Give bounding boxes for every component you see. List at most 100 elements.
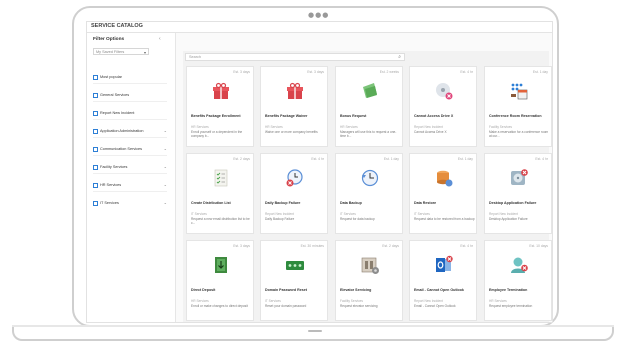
card-description: Daily Backup Failure xyxy=(265,217,295,221)
filter-label: IT Services xyxy=(100,201,119,205)
card-description: Make a reservation for a conference room… xyxy=(489,130,549,138)
catalog-card[interactable]: Est. 4 hr Daily Backup Failure Report New … xyxy=(260,153,328,234)
checkbox[interactable] xyxy=(93,111,98,116)
card-description: Request for data backup xyxy=(340,217,375,221)
user-remove-icon xyxy=(509,255,529,275)
checkbox[interactable] xyxy=(93,183,98,188)
disc-error-icon xyxy=(509,168,529,188)
search-icon[interactable]: ⌕ xyxy=(398,54,401,61)
divider xyxy=(93,191,167,192)
chevron-down-icon[interactable]: ⌄ xyxy=(164,145,167,153)
card-title: Daily Backup Failure xyxy=(265,201,301,205)
card-estimate: Est. 1 day xyxy=(532,70,548,74)
filter-options-header: Filter Options xyxy=(93,37,125,42)
checkbox[interactable] xyxy=(93,129,98,134)
card-description: Email - Cannot Open Outlook xyxy=(414,304,456,308)
card-category: HR Services xyxy=(265,125,283,129)
catalog-card[interactable]: Est. 1 day Conference Room Reservation Fac… xyxy=(484,66,552,147)
card-category: Report New Incident xyxy=(489,212,518,216)
card-description: Enroll or make changes to direct deposit xyxy=(191,304,248,308)
catalog-card[interactable]: Est. 1 day Data Backup IT Services Request … xyxy=(335,153,403,234)
card-title: Create Distribution List xyxy=(191,201,231,205)
card-estimate: Est. 3 days xyxy=(307,70,324,74)
filter-label: HR Services xyxy=(100,183,122,187)
card-title: Bonus Request xyxy=(340,114,367,118)
catalog-card[interactable]: Est. 2 weeks Bonus Request HR Services Mana… xyxy=(335,66,403,147)
filter-item-general[interactable]: General Services xyxy=(93,91,169,99)
filter-item-most-popular[interactable]: Most popular xyxy=(93,73,169,81)
title-bar: SERVICE CATALOG xyxy=(87,22,552,33)
catalog-card[interactable]: Est. 4 hr Desktop Application Failure Repo… xyxy=(484,153,552,234)
catalog-card[interactable]: Est. 4 hr Cannot Access Drive X Report New… xyxy=(409,66,477,147)
chevron-down-icon[interactable]: ⌄ xyxy=(164,163,167,171)
checkbox[interactable] xyxy=(93,93,98,98)
search-placeholder: Search xyxy=(189,55,202,59)
chevron-down-icon[interactable]: ⌄ xyxy=(164,127,167,135)
clock-error-icon xyxy=(285,168,305,188)
filter-sidebar: Filter Options ‹ My Saved Filters ▾ Most… xyxy=(87,33,176,322)
card-category: HR Services xyxy=(489,299,507,303)
card-title: Direct Deposit xyxy=(191,288,216,292)
catalog-card[interactable]: Est. 30 minutes Domain Password Reset IT S… xyxy=(260,240,328,321)
collapse-icon[interactable]: ‹ xyxy=(159,36,161,42)
card-description: Reset your domain password xyxy=(265,304,307,308)
divider xyxy=(93,101,167,102)
card-estimate: Est. 30 minutes xyxy=(300,244,324,248)
checkbox[interactable] xyxy=(93,75,98,80)
filter-item-incident[interactable]: Report New Incident xyxy=(93,109,169,117)
card-title: Conference Room Reservation xyxy=(489,114,542,118)
saved-filters-select[interactable]: My Saved Filters ▾ xyxy=(93,48,149,55)
checkbox[interactable] xyxy=(93,147,98,152)
card-category: Facility Services xyxy=(489,125,513,129)
checkbox[interactable] xyxy=(93,165,98,170)
card-estimate: Est. 3 days xyxy=(233,244,250,248)
outlook-error-icon xyxy=(434,255,454,275)
search-input[interactable]: Search ⌕ xyxy=(185,53,405,61)
divider xyxy=(93,173,167,174)
divider xyxy=(93,137,167,138)
catalog-card[interactable]: Est. 1 day Data Restore IT Services Request… xyxy=(409,153,477,234)
filter-item-app-admin[interactable]: Application Administration ⌄ xyxy=(93,127,169,135)
calendar-icon xyxy=(509,81,529,101)
card-estimate: Est. 2 days xyxy=(233,157,250,161)
app-window: SERVICE CATALOG Filter Options ‹ My Save… xyxy=(86,21,553,323)
card-estimate: Est. 10 days xyxy=(529,244,548,248)
camera-icon: ●●● xyxy=(308,11,330,19)
card-estimate: Est. 2 weeks xyxy=(379,70,399,74)
catalog-card[interactable]: Est. 10 days Employee Termination HR Servi… xyxy=(484,240,552,321)
card-description: Cannot Access Drive X xyxy=(414,130,447,134)
card-description: Request data to be restored from a backu… xyxy=(414,217,475,221)
catalog-card[interactable]: Est. 4 hr Email - Cannot Open Outlook Repo… xyxy=(409,240,477,321)
checkbox[interactable] xyxy=(93,201,98,206)
filter-item-hr[interactable]: HR Services ⌄ xyxy=(93,181,169,189)
filter-label: Most popular xyxy=(100,75,122,79)
gift-icon xyxy=(285,81,305,101)
database-icon xyxy=(434,168,454,188)
checklist-icon xyxy=(211,168,231,188)
catalog-card[interactable]: Est. 3 days Benefits Package Waiver HR Ser… xyxy=(260,66,328,147)
card-category: Report New Incident xyxy=(414,299,443,303)
filter-item-communication[interactable]: Communication Services ⌄ xyxy=(93,145,169,153)
card-description: Request employee termination xyxy=(489,304,533,308)
chevron-down-icon[interactable]: ⌄ xyxy=(164,181,167,189)
catalog-grid: Search ⌕ Est. 3 days Benefits Package Enr… xyxy=(183,51,552,322)
card-estimate: Est. 4 hr xyxy=(535,157,548,161)
catalog-card[interactable]: Est. 3 days Direct Deposit HR Services Enro… xyxy=(186,240,254,321)
filter-item-it[interactable]: IT Services ⌄ xyxy=(93,199,169,207)
catalog-card[interactable]: Est. 3 days Benefits Package Enrollment HR… xyxy=(186,66,254,147)
filter-item-facility[interactable]: Facility Services ⌄ xyxy=(93,163,169,171)
filter-label: Facility Services xyxy=(100,165,128,169)
card-estimate: Est. 4 hr xyxy=(460,70,473,74)
card-category: HR Services xyxy=(340,125,358,129)
card-title: Domain Password Reset xyxy=(265,288,307,292)
saved-filters-value: My Saved Filters xyxy=(96,50,125,54)
catalog-card[interactable]: Est. 2 days Elevator Servicing Facility Se… xyxy=(335,240,403,321)
catalog-card[interactable]: Est. 2 days Create Distribution List IT Se… xyxy=(186,153,254,234)
card-category: Report New Incident xyxy=(265,212,294,216)
chevron-down-icon[interactable]: ⌄ xyxy=(164,199,167,207)
card-description: Waive one or more company benefits xyxy=(265,130,318,134)
page-title: SERVICE CATALOG xyxy=(91,23,143,29)
card-estimate: Est. 1 day xyxy=(383,157,399,161)
card-title: Data Backup xyxy=(340,201,362,205)
card-title: Email - Cannot Open Outlook xyxy=(414,288,464,292)
